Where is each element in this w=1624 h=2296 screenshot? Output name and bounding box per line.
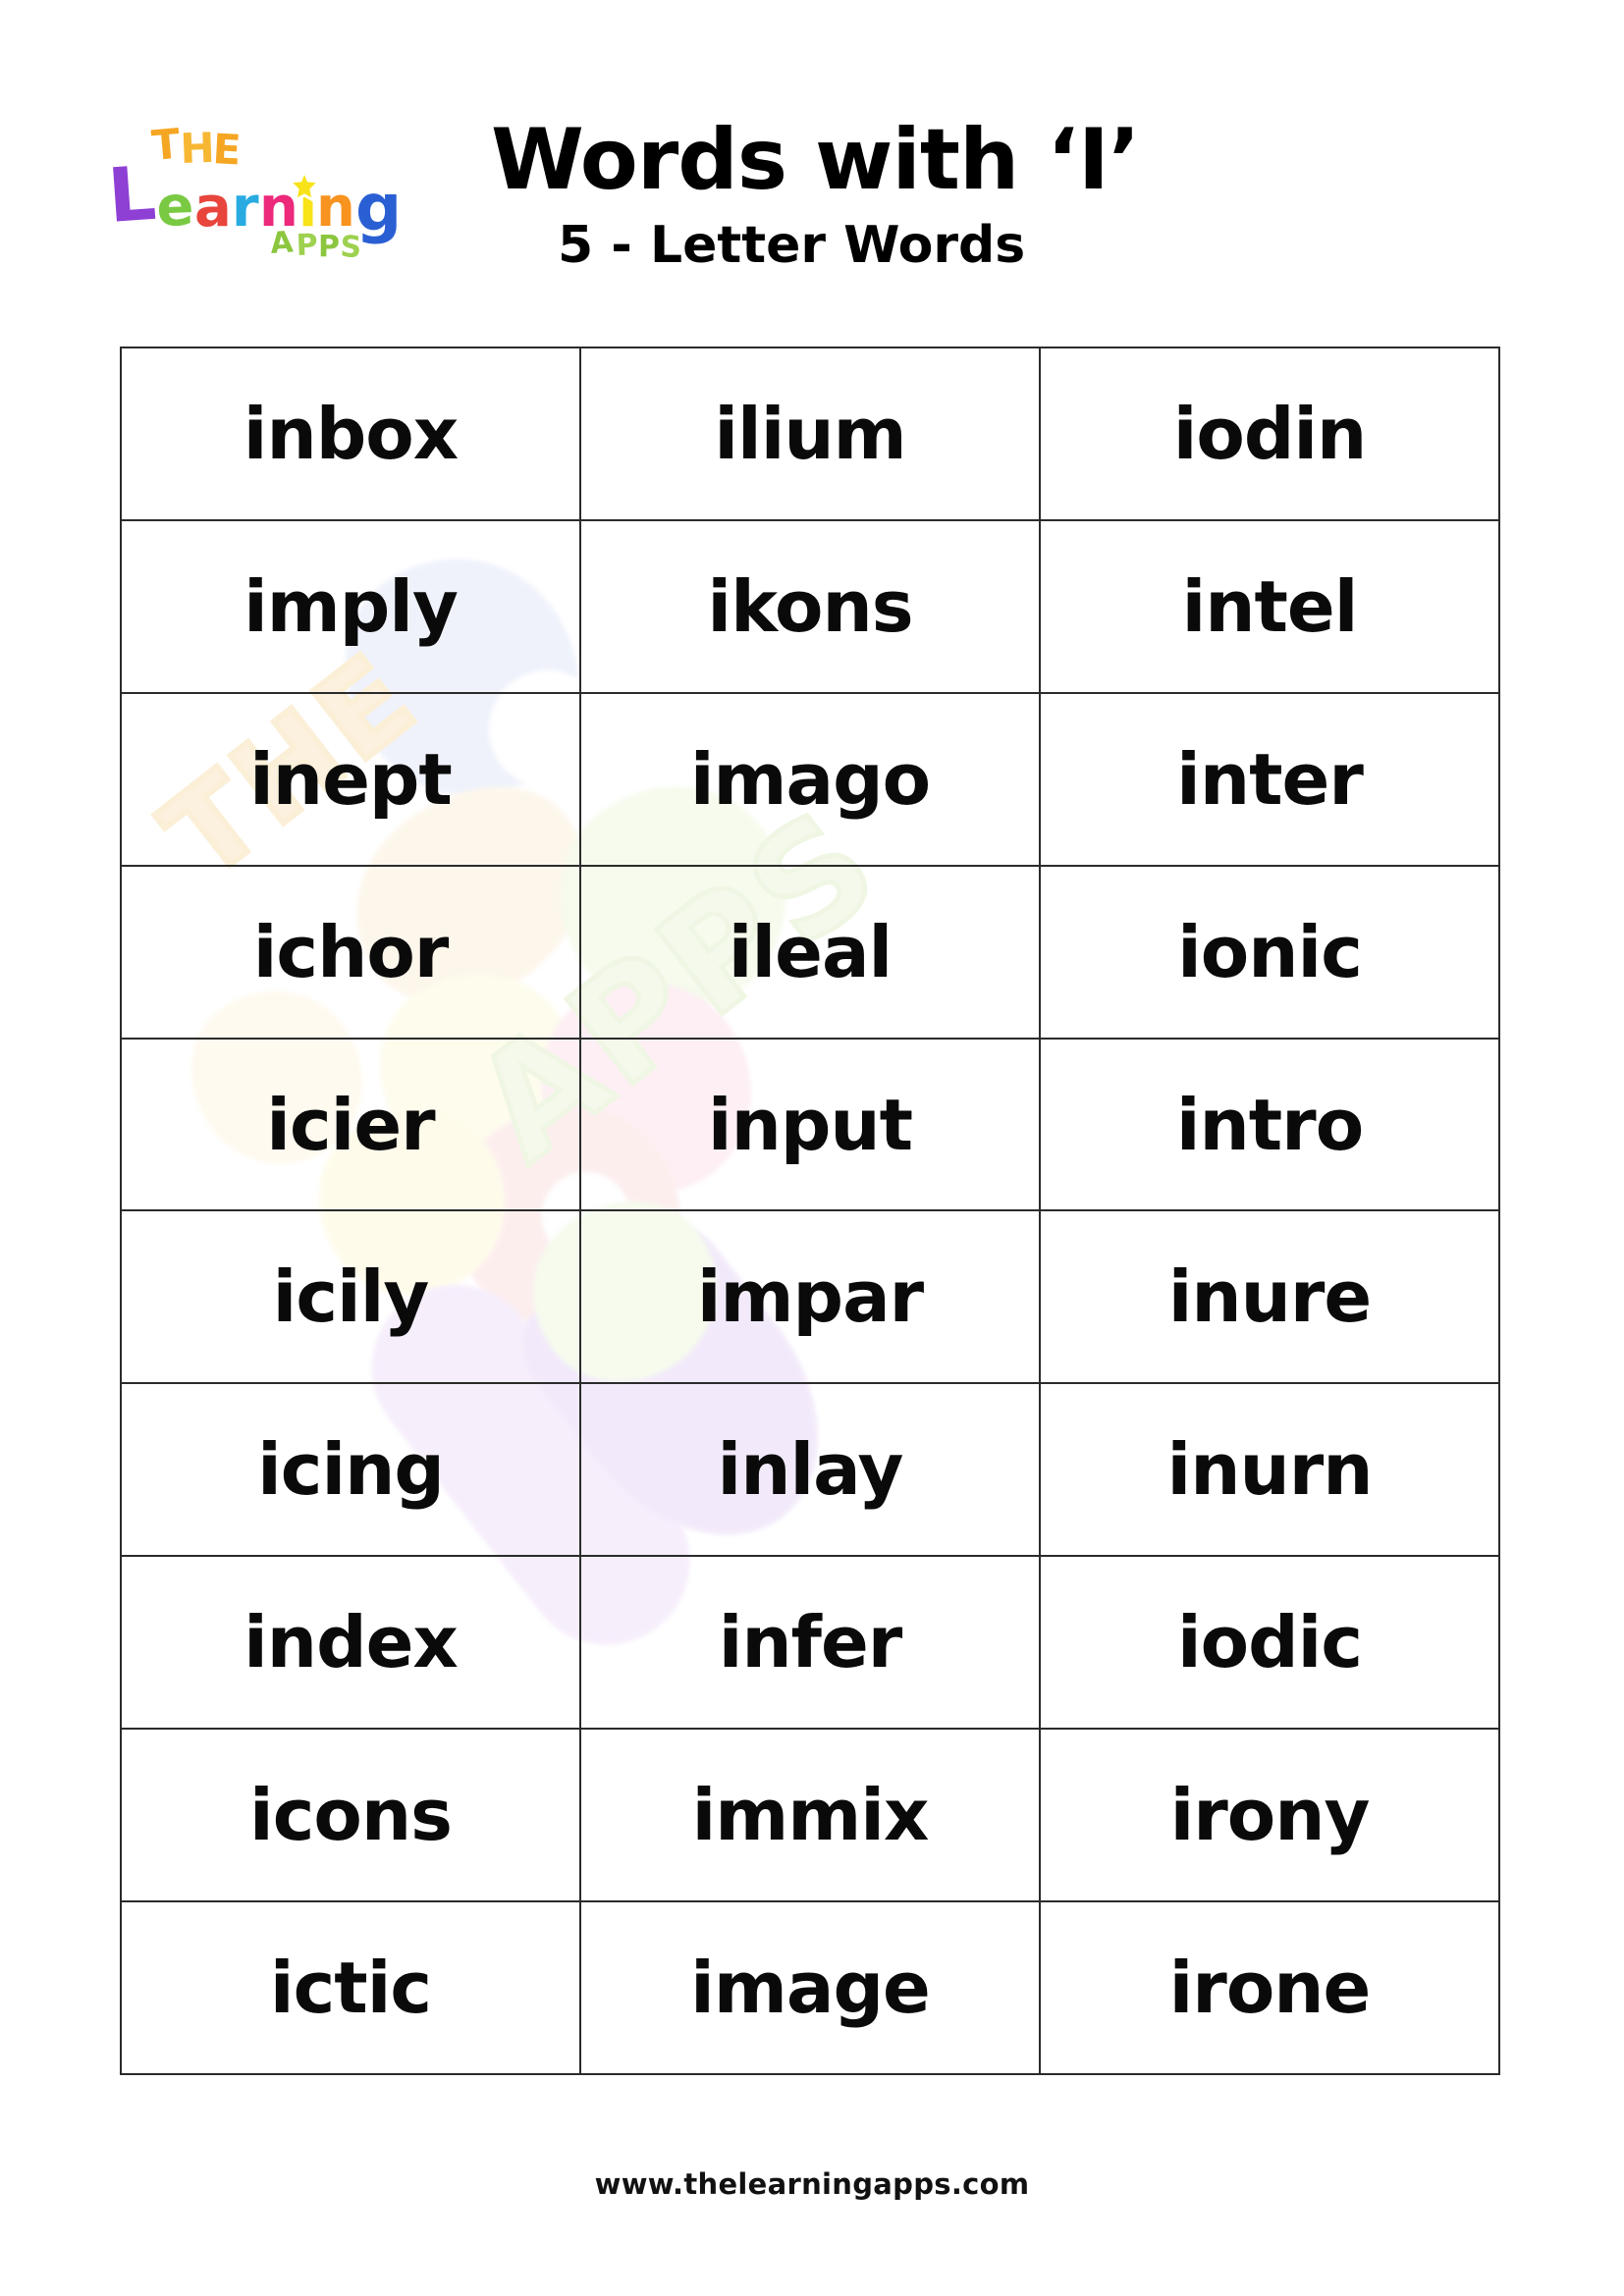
svg-text:e: e (155, 175, 194, 240)
table-row: index infer iodic (120, 1555, 1500, 1731)
word-cell[interactable]: icing (120, 1382, 581, 1558)
svg-text:T: T (150, 120, 183, 170)
word-text: icons (249, 1774, 453, 1857)
word-list-table: inbox ilium iodin imply ikons intel inep… (120, 347, 1500, 2075)
word-text: ileal (728, 910, 893, 993)
svg-text:P: P (296, 228, 318, 258)
word-text: inurn (1166, 1428, 1374, 1512)
word-cell[interactable]: ichor (120, 864, 581, 1040)
word-cell[interactable]: ictic (120, 1900, 581, 2075)
word-cell[interactable]: index (120, 1555, 581, 1731)
word-cell[interactable]: imply (120, 518, 581, 694)
title-block: Words with ‘I’ 5 - Letter Words (461, 118, 1542, 271)
the-learning-apps-logo: T H E L e a r n i n g A P P S (96, 116, 440, 258)
table-row: imply ikons intel (120, 518, 1500, 694)
word-cell[interactable]: inlay (579, 1382, 1041, 1558)
table-row: inept imago inter (120, 691, 1500, 867)
word-text: image (690, 1946, 931, 2029)
word-text: index (244, 1601, 459, 1684)
word-cell[interactable]: ilium (579, 347, 1041, 521)
svg-text:r: r (232, 176, 259, 240)
word-cell[interactable]: inure (1039, 1209, 1500, 1385)
word-cell[interactable]: intro (1039, 1037, 1500, 1212)
word-cell[interactable]: inter (1039, 691, 1500, 867)
word-text: icier (266, 1083, 435, 1166)
word-text: ikons (707, 564, 913, 648)
word-text: impar (696, 1255, 924, 1339)
word-cell[interactable]: irone (1039, 1900, 1500, 2075)
word-text: inlay (717, 1428, 904, 1512)
svg-text:g: g (355, 170, 402, 245)
word-text: ionic (1177, 910, 1363, 993)
table-row: inbox ilium iodin (120, 347, 1500, 521)
word-text: intel (1181, 564, 1359, 648)
svg-text:L: L (105, 149, 159, 240)
svg-text:A: A (269, 225, 295, 258)
worksheet-page: THE APPS T H E L e a r n i n g A P P S W… (0, 0, 1624, 2296)
word-cell[interactable]: iodin (1039, 347, 1500, 521)
word-cell[interactable]: icily (120, 1209, 581, 1385)
word-text: inter (1176, 737, 1364, 821)
word-text: intro (1175, 1083, 1364, 1166)
word-cell[interactable]: ileal (579, 864, 1041, 1040)
word-cell[interactable]: iodic (1039, 1555, 1500, 1731)
page-footer: www.thelearningapps.com (0, 2167, 1624, 2201)
word-cell[interactable]: ikons (579, 518, 1041, 694)
word-text: iodin (1172, 392, 1368, 475)
word-cell[interactable]: immix (579, 1728, 1041, 1903)
table-row: icons immix irony (120, 1728, 1500, 1903)
word-text: ictic (269, 1946, 432, 2029)
word-text: icily (272, 1255, 430, 1339)
word-cell[interactable]: infer (579, 1555, 1041, 1731)
website-url[interactable]: www.thelearningapps.com (595, 2167, 1030, 2201)
table-row: ictic image irone (120, 1900, 1500, 2075)
word-text: irony (1169, 1774, 1371, 1857)
word-text: imago (689, 737, 931, 821)
word-text: ilium (714, 392, 906, 475)
svg-text:H: H (180, 124, 216, 173)
word-cell[interactable]: intel (1039, 518, 1500, 694)
word-cell[interactable]: impar (579, 1209, 1041, 1385)
word-cell[interactable]: inbox (120, 347, 581, 521)
word-cell[interactable]: ionic (1039, 864, 1500, 1040)
word-cell[interactable]: icier (120, 1037, 581, 1212)
word-text: icing (257, 1428, 445, 1512)
svg-text:a: a (194, 176, 232, 240)
page-title: Words with ‘I’ (491, 111, 1141, 209)
word-text: ichor (252, 910, 450, 993)
table-row: icily impar inure (120, 1209, 1500, 1385)
page-subtitle: 5 - Letter Words (558, 216, 1026, 275)
word-text: irone (1168, 1946, 1372, 2029)
word-text: inure (1167, 1255, 1373, 1339)
word-text: imply (244, 564, 459, 648)
word-text: infer (718, 1601, 903, 1684)
svg-text:S: S (340, 230, 362, 258)
word-table-body: inbox ilium iodin imply ikons intel inep… (120, 347, 1500, 2075)
page-header: T H E L e a r n i n g A P P S Words with… (0, 0, 1624, 344)
word-text: inept (249, 737, 453, 821)
table-row: ichor ileal ionic (120, 864, 1500, 1040)
word-cell[interactable]: image (579, 1900, 1041, 2075)
word-cell[interactable]: icons (120, 1728, 581, 1903)
word-cell[interactable]: imago (579, 691, 1041, 867)
word-cell[interactable]: irony (1039, 1728, 1500, 1903)
word-text: input (707, 1083, 913, 1166)
word-text: iodic (1176, 1601, 1363, 1684)
word-text: inbox (243, 392, 459, 475)
table-row: icier input intro (120, 1037, 1500, 1212)
word-cell[interactable]: inurn (1039, 1382, 1500, 1558)
svg-text:P: P (318, 230, 340, 258)
word-cell[interactable]: inept (120, 691, 581, 867)
svg-text:E: E (211, 125, 242, 174)
word-text: immix (691, 1774, 930, 1857)
word-cell[interactable]: input (579, 1037, 1041, 1212)
table-row: icing inlay inurn (120, 1382, 1500, 1558)
